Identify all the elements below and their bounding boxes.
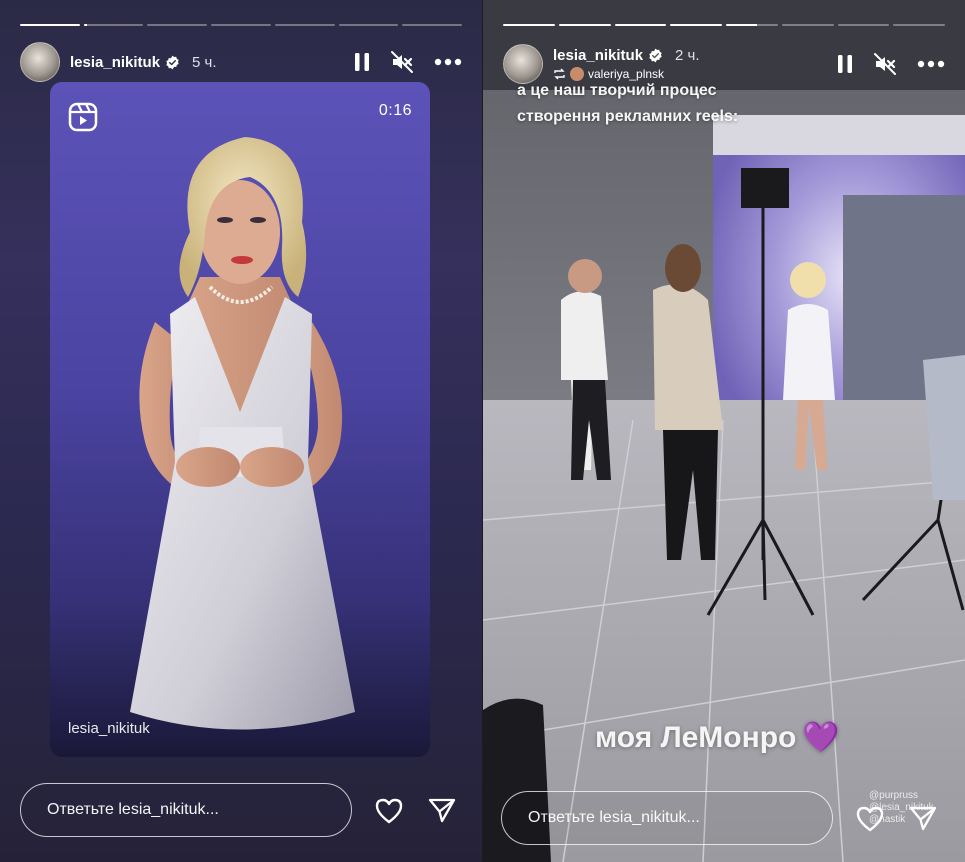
- progress-segment: [670, 24, 722, 26]
- progress-segment: [83, 24, 144, 26]
- story-footer: Ответьте lesia_nikituk...: [501, 791, 945, 845]
- progress-segment: [503, 24, 555, 26]
- avatar[interactable]: [503, 44, 543, 84]
- story-caption-overlay: а це наш творчий процес створення реклам…: [517, 78, 738, 130]
- progress-fill: [670, 24, 722, 26]
- progress-segment: [211, 24, 271, 26]
- progress-fill: [20, 24, 80, 26]
- pause-icon[interactable]: [354, 52, 370, 72]
- reel-duration: 0:16: [378, 102, 412, 119]
- reply-placeholder: Ответьте lesia_nikituk...: [528, 809, 700, 826]
- repost-icon: [554, 68, 565, 80]
- text-sticker: моя ЛеМонро 💜: [595, 720, 840, 755]
- caption-line-2: створення рекламних reels:: [517, 108, 739, 125]
- reel-thumbnail-image: [50, 137, 430, 757]
- reply-input[interactable]: Ответьте lesia_nikituk...: [20, 783, 352, 837]
- purple-heart-emoji: 💜: [802, 721, 840, 754]
- post-time: 2 ч.: [675, 47, 700, 64]
- story-header: lesia_nikituk 2 ч. valeriya_plnsk: [503, 44, 945, 84]
- share-send-icon[interactable]: [909, 805, 937, 831]
- repost-avatar: [570, 67, 584, 81]
- progress-segment: [147, 24, 208, 26]
- progress-fill: [83, 24, 87, 26]
- story-footer: Ответьте lesia_nikituk...: [20, 783, 462, 837]
- progress-segment: [274, 24, 335, 26]
- progress-fill: [558, 24, 611, 26]
- progress-segment: [402, 24, 463, 26]
- progress-fill: [614, 24, 667, 26]
- progress-segment: [614, 24, 667, 26]
- verified-badge-icon: [649, 48, 662, 63]
- progress-fill: [726, 24, 758, 26]
- story-progress-bar: [503, 24, 945, 26]
- reel-author-caption: lesia_nikituk: [68, 720, 150, 737]
- reply-input[interactable]: Ответьте lesia_nikituk...: [501, 791, 833, 845]
- story-header: lesia_nikituk 5 ч.: [20, 42, 462, 82]
- progress-segment: [338, 24, 399, 26]
- avatar[interactable]: [20, 42, 60, 82]
- progress-segment: [893, 24, 945, 26]
- progress-segment: [781, 24, 834, 26]
- reel-preview-card[interactable]: 0:16 lesia_nikituk: [50, 82, 430, 757]
- progress-segment: [558, 24, 611, 26]
- story-left[interactable]: lesia_nikituk 5 ч. 0:16 lesia_nikituk От…: [0, 0, 482, 862]
- mute-icon[interactable]: [390, 50, 414, 74]
- sticker-text: моя ЛеМонро: [595, 720, 797, 754]
- progress-fill: [503, 24, 555, 26]
- reels-icon: [68, 102, 98, 132]
- reposted-from-username[interactable]: valeriya_plnsk: [588, 67, 664, 81]
- username[interactable]: lesia_nikituk: [70, 54, 160, 71]
- pause-icon[interactable]: [837, 54, 853, 74]
- reply-placeholder: Ответьте lesia_nikituk...: [47, 801, 219, 818]
- share-send-icon[interactable]: [428, 797, 456, 823]
- username[interactable]: lesia_nikituk: [553, 47, 643, 64]
- progress-segment: [726, 24, 778, 26]
- more-options-icon[interactable]: [434, 58, 462, 66]
- mute-icon[interactable]: [873, 52, 897, 76]
- like-heart-icon[interactable]: [374, 797, 404, 824]
- story-right[interactable]: lesia_nikituk 2 ч. valeriya_plnsk а це н…: [483, 0, 965, 862]
- like-heart-icon[interactable]: [855, 805, 885, 832]
- post-time: 5 ч.: [192, 53, 217, 71]
- progress-segment: [837, 24, 890, 26]
- repost-attribution[interactable]: valeriya_plnsk: [553, 67, 700, 81]
- story-progress-bar: [20, 24, 463, 26]
- more-options-icon[interactable]: [917, 60, 945, 68]
- progress-segment: [20, 24, 80, 26]
- verified-badge-icon: [166, 55, 179, 69]
